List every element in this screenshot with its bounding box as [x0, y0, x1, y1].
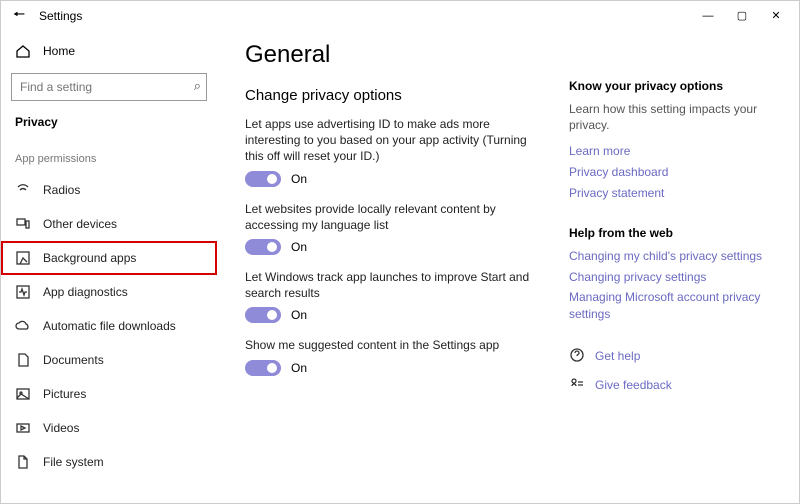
info-column: Know your privacy options Learn how this… [569, 41, 779, 503]
page-title: General [245, 41, 545, 69]
sidebar-item-app-diagnostics[interactable]: App diagnostics [1, 275, 217, 309]
sidebar-item-documents[interactable]: Documents [1, 343, 217, 377]
option-advertising-id: Let apps use advertising ID to make ads … [245, 116, 545, 187]
sidebar: Home ⌕ Privacy App permissions Radios Ot… [1, 31, 217, 503]
link-change-privacy[interactable]: Changing privacy settings [569, 269, 779, 286]
sidebar-item-label: Pictures [43, 387, 86, 401]
sidebar-item-videos[interactable]: Videos [1, 411, 217, 445]
back-button[interactable]: 🠔 [7, 4, 31, 28]
toggle-state: On [291, 361, 307, 375]
page-subtitle: Change privacy options [245, 87, 545, 104]
option-text: Let Windows track app launches to improv… [245, 269, 545, 301]
sidebar-item-label: Documents [43, 353, 104, 367]
pictures-icon [15, 386, 31, 402]
give-feedback-label: Give feedback [595, 377, 672, 394]
link-learn-more[interactable]: Learn more [569, 143, 779, 160]
devices-icon [15, 216, 31, 232]
home-icon [15, 43, 31, 59]
link-privacy-dashboard[interactable]: Privacy dashboard [569, 164, 779, 181]
close-button[interactable]: ✕ [759, 2, 793, 30]
option-text: Let apps use advertising ID to make ads … [245, 116, 545, 165]
toggle-state: On [291, 308, 307, 322]
sidebar-item-file-system[interactable]: File system [1, 445, 217, 479]
help-web-panel: Help from the web Changing my child's pr… [569, 226, 779, 323]
option-suggested-content: Show me suggested content in the Setting… [245, 337, 545, 375]
toggle-suggested-content[interactable] [245, 360, 281, 376]
get-help-icon [569, 347, 585, 366]
home-nav[interactable]: Home [1, 35, 217, 67]
search-input[interactable] [11, 73, 207, 101]
toggle-track-launches[interactable] [245, 307, 281, 323]
option-text: Let websites provide locally relevant co… [245, 201, 545, 233]
sidebar-item-label: Automatic file downloads [43, 319, 176, 333]
titlebar: 🠔 Settings — ▢ ✕ [1, 1, 799, 31]
sidebar-item-label: Background apps [43, 251, 136, 265]
minimize-button[interactable]: — [691, 2, 725, 30]
sidebar-item-label: Videos [43, 421, 79, 435]
get-help-label: Get help [595, 348, 640, 365]
videos-icon [15, 420, 31, 436]
link-child-privacy[interactable]: Changing my child's privacy settings [569, 248, 779, 265]
feedback-icon [569, 376, 585, 395]
toggle-state: On [291, 240, 307, 254]
sidebar-item-auto-downloads[interactable]: Automatic file downloads [1, 309, 217, 343]
file-system-icon [15, 454, 31, 470]
sidebar-item-label: Radios [43, 183, 80, 197]
link-manage-account-privacy[interactable]: Managing Microsoft account privacy setti… [569, 289, 779, 323]
option-language-list: Let websites provide locally relevant co… [245, 201, 545, 255]
toggle-state: On [291, 172, 307, 186]
maximize-button[interactable]: ▢ [725, 2, 759, 30]
panel-heading: Help from the web [569, 226, 779, 240]
panel-desc: Learn how this setting impacts your priv… [569, 101, 779, 133]
sidebar-item-background-apps[interactable]: Background apps [1, 241, 217, 275]
get-help[interactable]: Get help [569, 347, 779, 366]
sidebar-item-other-devices[interactable]: Other devices [1, 207, 217, 241]
panel-heading: Know your privacy options [569, 79, 779, 93]
search-icon: ⌕ [194, 78, 201, 94]
option-text: Show me suggested content in the Setting… [245, 337, 545, 353]
diagnostics-icon [15, 284, 31, 300]
window-title: Settings [39, 9, 82, 23]
sidebar-item-radios[interactable]: Radios [1, 173, 217, 207]
home-label: Home [43, 44, 75, 58]
know-privacy-panel: Know your privacy options Learn how this… [569, 79, 779, 202]
category-label: Privacy [1, 111, 217, 143]
toggle-language-list[interactable] [245, 239, 281, 255]
option-track-launches: Let Windows track app launches to improv… [245, 269, 545, 323]
background-apps-icon [15, 250, 31, 266]
give-feedback[interactable]: Give feedback [569, 376, 779, 395]
search-wrap: ⌕ [11, 73, 207, 101]
sidebar-item-label: File system [43, 455, 104, 469]
sidebar-item-pictures[interactable]: Pictures [1, 377, 217, 411]
settings-window: 🠔 Settings — ▢ ✕ Home ⌕ Privacy App perm… [0, 0, 800, 504]
radios-icon [15, 182, 31, 198]
link-privacy-statement[interactable]: Privacy statement [569, 185, 779, 202]
sidebar-item-label: App diagnostics [43, 285, 128, 299]
documents-icon [15, 352, 31, 368]
settings-column: General Change privacy options Let apps … [245, 41, 545, 503]
cloud-icon [15, 318, 31, 334]
main-content: General Change privacy options Let apps … [217, 31, 799, 503]
sidebar-item-label: Other devices [43, 217, 117, 231]
section-heading: App permissions [1, 143, 217, 173]
toggle-advertising-id[interactable] [245, 171, 281, 187]
